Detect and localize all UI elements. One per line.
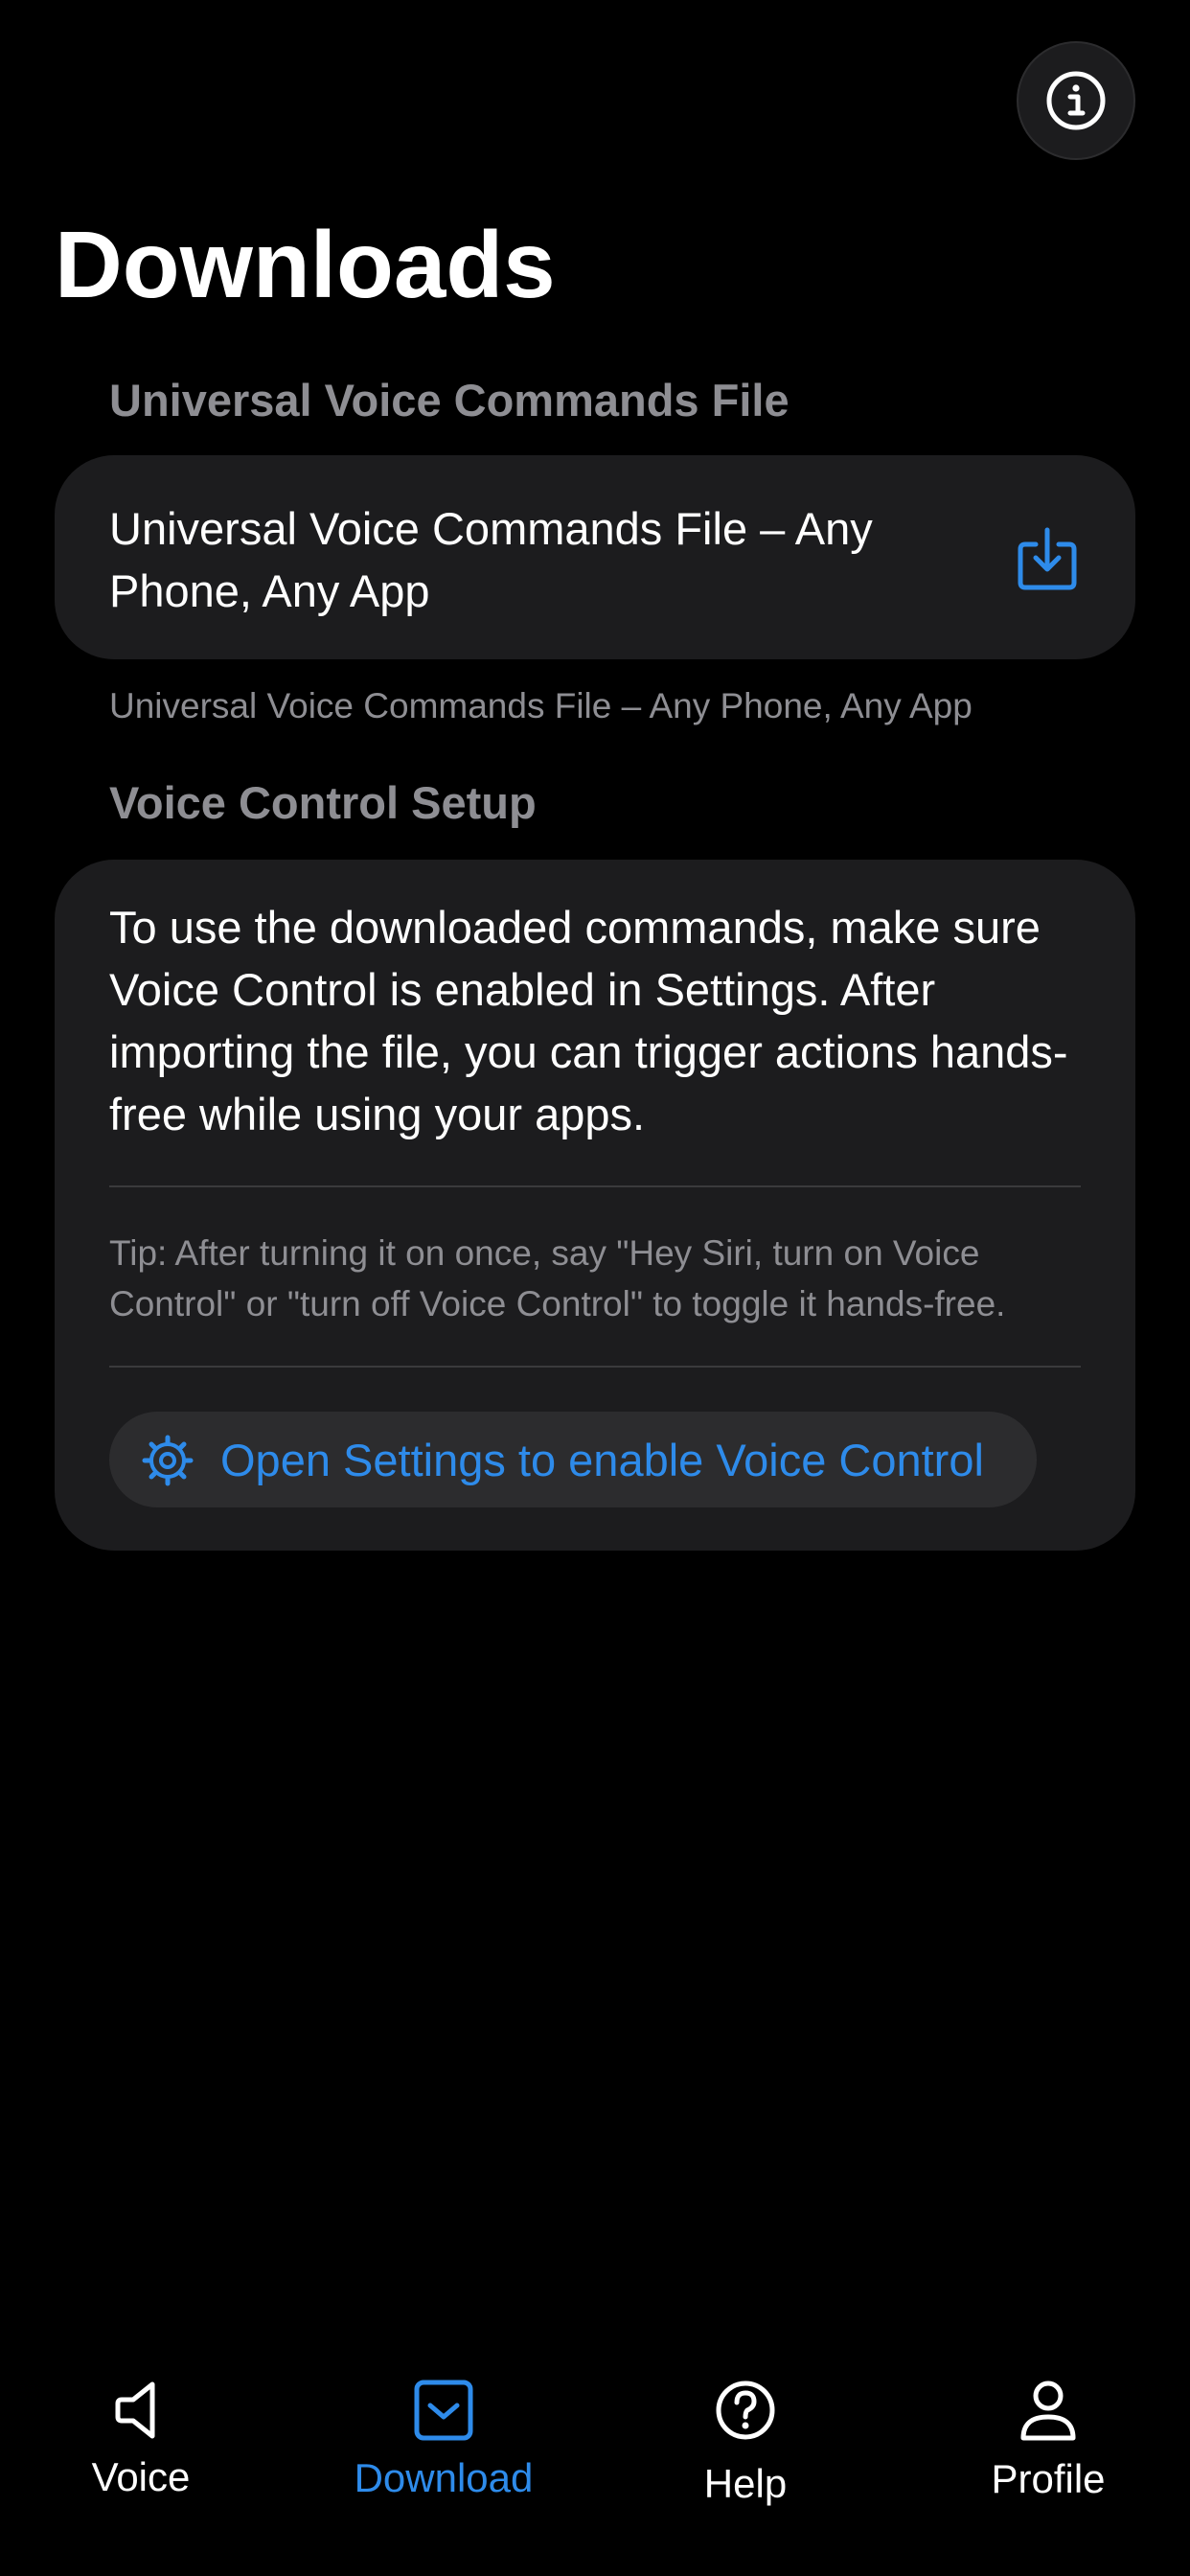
tab-download-label: Download xyxy=(354,2455,534,2500)
person-icon xyxy=(1020,2380,1076,2441)
setup-instructions: To use the downloaded commands, make sur… xyxy=(109,902,1068,1139)
info-circle-icon xyxy=(1046,71,1106,130)
divider xyxy=(109,1185,1081,1187)
tab-bar: Voice Download Help Profile xyxy=(0,2358,1190,2576)
commands-file-row[interactable]: Universal Voice Commands File – Any Phon… xyxy=(55,455,1135,659)
tab-help-label: Help xyxy=(703,2461,788,2506)
tab-voice-label: Voice xyxy=(91,2454,191,2499)
tab-voice[interactable]: Voice xyxy=(26,2358,256,2576)
tab-download[interactable]: Download xyxy=(329,2358,559,2576)
info-button[interactable] xyxy=(1017,41,1135,160)
commands-file-title: Universal Voice Commands File – Any Phon… xyxy=(109,503,873,616)
tab-profile-label: Profile xyxy=(991,2456,1106,2501)
speaker-icon xyxy=(115,2381,155,2439)
page-title: Downloads xyxy=(55,212,556,317)
section-header-voice-control-setup: Voice Control Setup xyxy=(109,777,537,828)
question-circle-icon xyxy=(716,2380,775,2440)
commands-file-footer: Universal Voice Commands File – Any Phon… xyxy=(109,686,973,725)
voice-control-setup-card: To use the downloaded commands, make sur… xyxy=(55,860,1135,1551)
divider xyxy=(109,1366,1081,1368)
setup-tip: Tip: After turning it on once, say "Hey … xyxy=(109,1233,1006,1323)
download-tray-icon xyxy=(414,2380,473,2441)
open-settings-label: Open Settings to enable Voice Control xyxy=(220,1435,984,1485)
gear-icon xyxy=(142,1435,194,1486)
download-icon[interactable] xyxy=(1016,525,1079,592)
open-settings-button[interactable]: Open Settings to enable Voice Control xyxy=(109,1412,1037,1507)
tab-help[interactable]: Help xyxy=(630,2358,860,2576)
section-header-commands-file: Universal Voice Commands File xyxy=(109,375,790,426)
tab-profile[interactable]: Profile xyxy=(933,2358,1163,2576)
